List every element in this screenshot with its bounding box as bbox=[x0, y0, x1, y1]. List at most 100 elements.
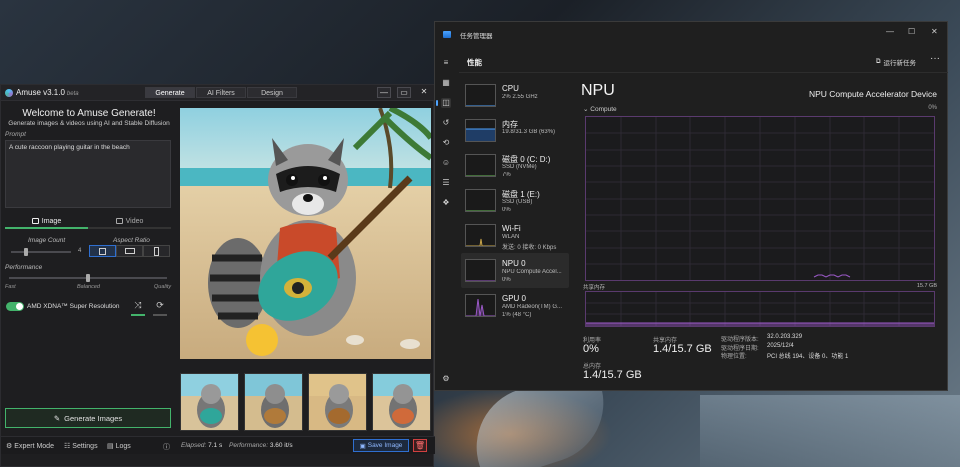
services-icon[interactable]: ❖ bbox=[441, 198, 451, 208]
tab-ai-filters[interactable]: AI Filters bbox=[196, 87, 246, 98]
perf-item-npu[interactable]: NPU 0 NPU Compute Accel... 0% bbox=[461, 253, 569, 288]
welcome-title: Welcome to Amuse Generate! bbox=[22, 108, 156, 119]
perf-tick-fast: Fast bbox=[5, 284, 16, 290]
info-button[interactable]: ⓘ bbox=[163, 442, 170, 452]
info-value: 2025/12/4 bbox=[767, 342, 794, 349]
image-count-slider-track[interactable] bbox=[11, 251, 71, 253]
settings-gear-icon[interactable]: ⚙ bbox=[441, 374, 451, 384]
generate-images-button[interactable]: ✎ Generate Images bbox=[5, 408, 171, 428]
npu-info-grid: 驱动程序版本: 32.0.203.329 驱动程序日期: 2025/12/4 物… bbox=[721, 334, 848, 360]
users-icon[interactable]: ☺ bbox=[441, 158, 451, 168]
perf-item-gpu[interactable]: GPU 0 AMD Radeon(TM) G... 1% (48 °C) bbox=[461, 288, 569, 323]
startup-apps-icon[interactable]: ⟲ bbox=[441, 138, 451, 148]
aspect-landscape-button[interactable] bbox=[116, 245, 143, 257]
run-new-task-button[interactable]: ⧉ 运行新任务 bbox=[876, 57, 916, 67]
settings-icon: ☷ bbox=[64, 443, 71, 450]
expert-mode-button[interactable]: ⚙ Expert Mode bbox=[6, 442, 54, 451]
processes-icon[interactable]: ▦ bbox=[441, 78, 451, 88]
hamburger-menu-icon[interactable]: ≡ bbox=[441, 58, 451, 68]
prompt-input[interactable]: A cute raccoon playing guitar in the bea… bbox=[5, 140, 171, 208]
image-count-slider-thumb[interactable] bbox=[24, 248, 28, 256]
elapsed-value: 7.1 s bbox=[208, 442, 223, 449]
more-options-icon[interactable]: ··· bbox=[930, 53, 940, 64]
shuffle-active-indicator bbox=[131, 314, 145, 316]
raccoon-image bbox=[180, 108, 431, 359]
details-icon[interactable]: ☰ bbox=[441, 178, 451, 188]
total-memory-value: 1.4/15.7 GB bbox=[583, 369, 642, 381]
mode-video-label: Video bbox=[125, 217, 144, 225]
logs-label: Logs bbox=[115, 442, 131, 450]
image-icon bbox=[31, 218, 39, 224]
maximize-button[interactable]: ▭ bbox=[397, 87, 411, 98]
settings-button[interactable]: ☷ Settings bbox=[64, 442, 98, 451]
perf-item-detail: NPU Compute Accel... bbox=[502, 269, 562, 275]
compute-label[interactable]: ⌄ Compute bbox=[583, 105, 617, 113]
aspect-portrait-button[interactable] bbox=[143, 245, 170, 257]
refresh-indicator bbox=[153, 314, 167, 316]
generated-image-preview[interactable] bbox=[180, 108, 431, 359]
info-key: 物理位置: bbox=[721, 354, 747, 360]
performance-icon[interactable]: ◫ bbox=[436, 98, 451, 108]
xdna-super-resolution-label: AMD XDNA™ Super Resolution bbox=[27, 303, 120, 310]
amuse-logo-icon bbox=[5, 89, 13, 97]
perf-item-name: NPU 0 bbox=[502, 259, 526, 268]
tab-generate[interactable]: Generate bbox=[145, 87, 195, 98]
task-manager-window: 任务管理器 — ☐ ✕ ≡ ▦ ◫ ↺ ⟲ ☺ ☰ ❖ ⚙ 性能 ⧉ 运行新任务… bbox=[434, 21, 948, 391]
performance-slider-thumb[interactable] bbox=[86, 274, 90, 282]
tab-design[interactable]: Design bbox=[247, 87, 297, 98]
info-key: 驱动程序日期: bbox=[721, 345, 759, 352]
thumbnail-image[interactable] bbox=[372, 373, 431, 431]
amuse-window: Amuse v3.1.0 beta Generate AI Filters Des… bbox=[0, 84, 435, 467]
perf-tick-quality: Quality bbox=[154, 284, 172, 290]
expert-mode-label: Expert Mode bbox=[14, 442, 54, 450]
amuse-titlebar[interactable]: Amuse v3.1.0 beta Generate AI Filters Des… bbox=[1, 85, 435, 101]
perf-item-usage: 发送: 0 接收: 0 Kbps bbox=[502, 245, 557, 251]
section-title: 性能 bbox=[467, 58, 482, 67]
compute-usage-graph bbox=[585, 116, 935, 281]
task-manager-nav: ≡ ▦ ◫ ↺ ⟲ ☺ ☰ ❖ ⚙ bbox=[435, 48, 457, 392]
aspect-ratio-selector bbox=[89, 245, 170, 257]
aspect-ratio-label: Aspect Ratio bbox=[113, 237, 150, 244]
chevron-down-icon: ⌄ bbox=[583, 106, 589, 113]
toggle-knob bbox=[16, 303, 23, 310]
logs-button[interactable]: ▤ Logs bbox=[107, 442, 131, 451]
performance-resource-list: CPU 2% 2.55 GHz 内存 19.8/31.3 GB (63%) 磁盘… bbox=[461, 78, 569, 323]
save-image-button[interactable]: ▣ Save Image bbox=[353, 439, 409, 452]
minimize-button[interactable]: — bbox=[377, 87, 391, 98]
shared-memory-graph-label: 共享内存 bbox=[583, 285, 606, 291]
task-manager-header: 性能 ⧉ 运行新任务 ··· bbox=[459, 49, 948, 73]
portrait-aspect-icon bbox=[154, 246, 159, 256]
refresh-icon[interactable]: ⟳ bbox=[153, 300, 167, 311]
perf-item-detail: WLAN bbox=[502, 234, 520, 240]
perf-item-disk-0[interactable]: 磁盘 0 (C: D:) SSD (NVMe) 7% bbox=[461, 148, 569, 183]
close-button[interactable]: ✕ bbox=[931, 27, 938, 36]
minimize-button[interactable]: — bbox=[886, 27, 894, 36]
perf-item-disk-1[interactable]: 磁盘 1 (E:) SSD (USB) 0% bbox=[461, 183, 569, 218]
app-history-icon[interactable]: ↺ bbox=[441, 118, 451, 128]
driver-version-row: 驱动程序版本: 32.0.203.329 bbox=[721, 334, 848, 343]
mode-image-tab[interactable]: Image bbox=[5, 215, 88, 229]
thumbnail-image[interactable] bbox=[180, 373, 239, 431]
info-icon: ⓘ bbox=[163, 444, 170, 451]
delete-button[interactable]: 🗑 bbox=[413, 439, 427, 452]
perf-item-detail: 2% 2.55 GHz bbox=[502, 94, 538, 100]
shuffle-icon[interactable]: ⤨ bbox=[131, 300, 145, 311]
thumbnail-image[interactable] bbox=[244, 373, 303, 431]
perf-item-wifi[interactable]: Wi-Fi WLAN 发送: 0 接收: 0 Kbps bbox=[461, 218, 569, 253]
beta-tag: beta bbox=[66, 91, 79, 97]
run-new-task-label: 运行新任务 bbox=[883, 60, 917, 67]
thumbnail-image[interactable] bbox=[308, 373, 367, 431]
mode-video-tab[interactable]: Video bbox=[88, 215, 171, 229]
compute-label-text: Compute bbox=[590, 106, 617, 113]
disk-1-mini-graph bbox=[465, 189, 496, 212]
maximize-button[interactable]: ☐ bbox=[908, 27, 915, 36]
perf-item-cpu[interactable]: CPU 2% 2.55 GHz bbox=[461, 78, 569, 113]
perf-item-name: CPU bbox=[502, 84, 519, 93]
task-manager-titlebar[interactable]: 任务管理器 — ☐ ✕ bbox=[435, 22, 949, 48]
close-button[interactable]: ✕ bbox=[417, 87, 431, 98]
aspect-square-button[interactable] bbox=[89, 245, 116, 257]
perf-item-memory[interactable]: 内存 19.8/31.3 GB (63%) bbox=[461, 113, 569, 148]
generate-settings-panel: Welcome to Amuse Generate! Generate imag… bbox=[1, 102, 177, 452]
xdna-super-resolution-toggle[interactable] bbox=[6, 302, 24, 311]
sparkle-icon: ✎ bbox=[53, 413, 61, 423]
